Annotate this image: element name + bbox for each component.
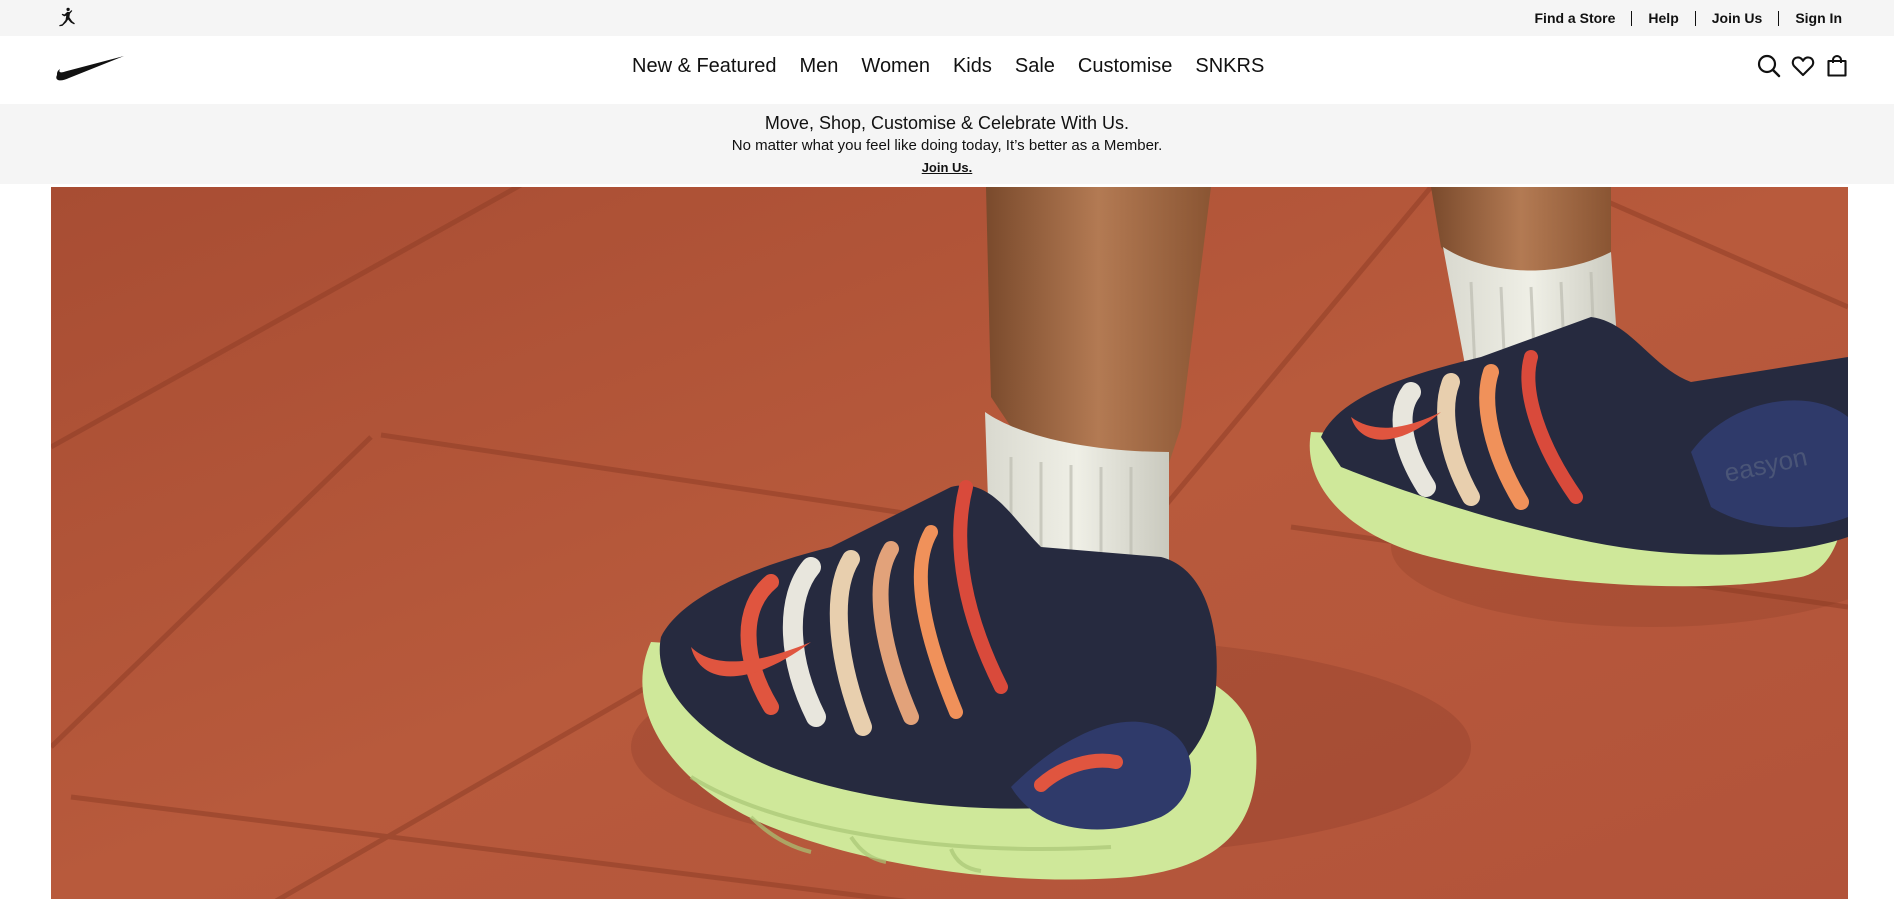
promo-subtext: No matter what you feel like doing today… [731,137,1163,154]
member-promo-banner: Move, Shop, Customise & Celebrate With U… [0,104,1894,184]
nav-item-kids[interactable]: Kids [953,55,992,78]
nav-icons [1756,53,1850,79]
promo-join-link[interactable]: Join Us. [922,160,973,175]
main-navigation: New & Featured Men Women Kids Sale Custo… [0,36,1894,104]
hero-image[interactable]: easyon [51,187,1848,899]
divider [1778,10,1780,26]
nav-item-women[interactable]: Women [861,55,930,78]
nike-swoosh-logo-icon[interactable] [55,53,125,81]
divider [1694,10,1696,26]
promo-headline: Move, Shop, Customise & Celebrate With U… [764,113,1130,133]
hero-illustration: easyon [51,187,1848,899]
divider [1631,10,1633,26]
search-icon[interactable] [1756,53,1782,79]
nav-item-customise[interactable]: Customise [1078,55,1172,78]
utility-bar: Find a Store Help Join Us Sign In [0,0,1894,36]
nav-item-new-featured[interactable]: New & Featured [632,55,777,78]
nav-item-sale[interactable]: Sale [1015,55,1055,78]
promo-join-link-wrapper: Join Us. [0,160,1894,175]
sign-in-link[interactable]: Sign In [1795,10,1842,26]
help-link[interactable]: Help [1648,10,1678,26]
jordan-logo-icon[interactable] [56,7,78,29]
nav-item-snkrs[interactable]: SNKRS [1195,55,1264,78]
primary-menu: New & Featured Men Women Kids Sale Custo… [632,36,1264,96]
join-us-link[interactable]: Join Us [1712,10,1763,26]
heart-icon[interactable] [1790,53,1816,79]
find-a-store-link[interactable]: Find a Store [1535,10,1616,26]
utility-links: Find a Store Help Join Us Sign In [1535,0,1843,36]
bag-icon[interactable] [1824,53,1850,79]
nav-item-men[interactable]: Men [800,55,839,78]
